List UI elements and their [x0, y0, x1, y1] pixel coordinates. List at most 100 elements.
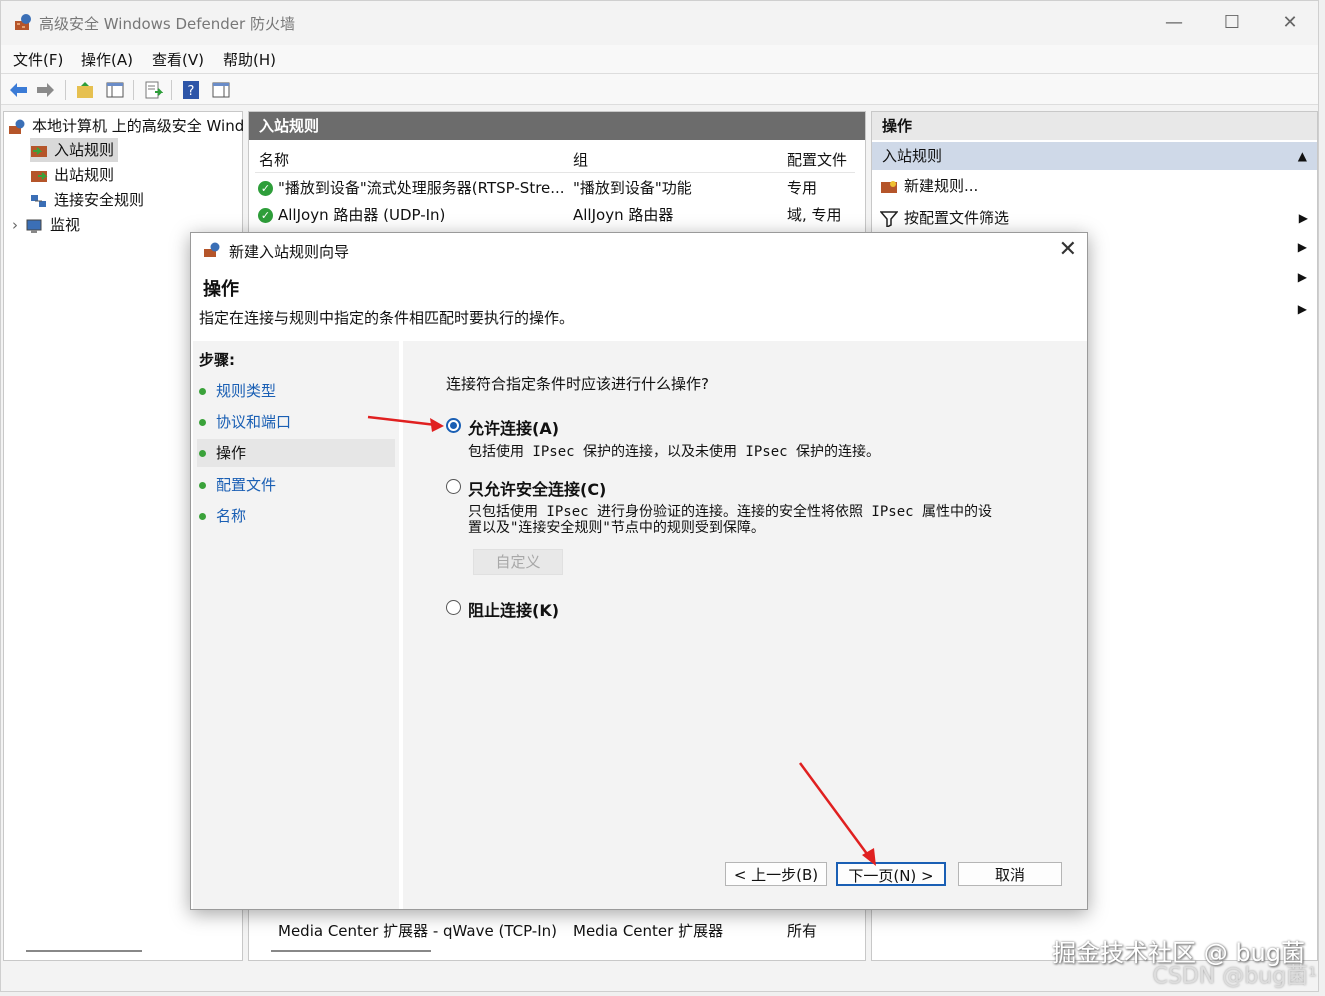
help-icon[interactable]: ? — [181, 80, 201, 100]
export-list-icon[interactable] — [143, 80, 163, 100]
action-label: 按配置文件筛选 — [904, 209, 1010, 227]
actions-section-inbound-rules[interactable]: 入站规则 ▲ — [872, 142, 1317, 170]
action-label: 新建规则... — [904, 177, 979, 195]
new-inbound-rule-wizard: 新建入站规则向导 ✕ 操作 指定在连接与规则中指定的条件相匹配时要执行的操作。 … — [190, 232, 1088, 910]
firewall-icon — [9, 119, 25, 134]
title-bar: 高级安全 Windows Defender 防火墙 — ☐ ✕ — [1, 1, 1318, 45]
menu-help[interactable]: 帮助(H) — [223, 49, 276, 70]
step-rule-type[interactable]: 规则类型 — [197, 377, 395, 405]
submenu-triangle-icon: ▶ — [1298, 211, 1308, 225]
show-hide-action-pane-icon[interactable] — [211, 80, 231, 100]
step-bullet-icon — [199, 482, 206, 489]
tree-item-label: 出站规则 — [54, 166, 115, 184]
cancel-button[interactable]: 取消 — [958, 862, 1062, 886]
tree-item-label: 监视 — [50, 216, 81, 234]
cell-name: "播放到设备"流式处理服务器(RTSP-Stre... — [278, 179, 565, 197]
expand-chevron-icon[interactable]: › — [12, 216, 18, 234]
back-arrow-icon[interactable] — [9, 80, 29, 100]
submenu-triangle-icon[interactable]: ▶ — [1298, 302, 1307, 316]
step-bullet-icon — [199, 513, 206, 520]
table-row[interactable]: ✓ AllJoyn 路由器 (UDP-In) AllJoyn 路由器 域, 专用 — [255, 200, 855, 227]
question-text: 连接符合指定条件时应该进行什么操作? — [446, 375, 709, 393]
block-connection-label[interactable]: 阻止连接(K) — [468, 597, 559, 621]
step-profile[interactable]: 配置文件 — [197, 471, 395, 499]
allow-connection-desc: 包括使用 IPsec 保护的连接，以及未使用 IPsec 保护的连接。 — [468, 444, 881, 460]
tree-item-inbound-rules[interactable]: 入站规则 — [30, 138, 119, 162]
column-header-name[interactable]: 名称 — [259, 149, 289, 170]
action-new-rule[interactable]: 新建规则... — [880, 172, 978, 200]
collapse-triangle-icon[interactable]: ▲ — [1298, 142, 1307, 170]
allow-secure-connection-label[interactable]: 只允许安全连接(C) — [468, 476, 606, 500]
rules-grid: 名称 组 配置文件 ✓ "播放到设备"流式处理服务器(RTSP-Stre... "… — [255, 142, 855, 227]
wizard-content: 连接符合指定条件时应该进行什么操作? 允许连接(A) 包括使用 IPsec 保护… — [403, 341, 1087, 909]
close-button[interactable]: ✕ — [1267, 9, 1313, 37]
submenu-triangle-icon[interactable]: ▶ — [1298, 270, 1307, 284]
toolbar-separator — [65, 80, 66, 100]
actions-header: 操作 — [872, 112, 1317, 140]
horizontal-scrollbar[interactable] — [26, 950, 142, 952]
table-row[interactable]: Media Center 扩展器 - qWave (TCP-In) Media … — [278, 916, 858, 943]
dialog-close-icon[interactable]: ✕ — [1059, 237, 1077, 262]
step-label: 操作 — [216, 444, 247, 462]
table-row[interactable]: ✓ "播放到设备"流式处理服务器(RTSP-Stre... "播放到设备"功能 专… — [255, 173, 855, 200]
enabled-check-icon: ✓ — [258, 208, 273, 223]
up-folder-icon[interactable] — [75, 80, 95, 100]
cell-group: AllJoyn 路由器 — [573, 206, 674, 224]
maximize-button[interactable]: ☐ — [1209, 9, 1255, 37]
submenu-triangle-icon[interactable]: ▶ — [1298, 240, 1307, 254]
allow-connection-label[interactable]: 允许连接(A) — [468, 415, 559, 439]
cell-profile: 域, 专用 — [787, 206, 842, 224]
step-bullet-icon — [199, 450, 206, 457]
cell-name: AllJoyn 路由器 (UDP-In) — [278, 206, 446, 224]
outbound-rules-icon — [31, 170, 48, 182]
step-label: 配置文件 — [216, 476, 277, 494]
tree-item-connection-security-rules[interactable]: 连接安全规则 — [30, 188, 144, 212]
menu-file[interactable]: 文件(F) — [13, 49, 63, 70]
grid-header: 名称 组 配置文件 — [255, 142, 855, 173]
svg-text:?: ? — [188, 84, 195, 99]
menu-bar: 文件(F) 操作(A) 查看(V) 帮助(H) — [1, 45, 1318, 73]
show-hide-tree-icon[interactable] — [105, 80, 125, 100]
toolbar-separator — [133, 80, 134, 100]
tree-item-monitoring[interactable]: › 监视 — [12, 213, 80, 237]
firewall-icon — [15, 14, 31, 30]
customize-button: 自定义 — [473, 549, 563, 575]
action-filter-by-profile[interactable]: 按配置文件筛选 ▶ — [880, 204, 1310, 232]
toolbar: ? — [1, 73, 1318, 105]
tree-item-outbound-rules[interactable]: 出站规则 — [30, 163, 114, 187]
block-connection-radio[interactable] — [446, 600, 461, 615]
allow-secure-desc-line2: 置以及"连接安全规则"节点中的规则受到保障。 — [468, 520, 765, 536]
step-label: 协议和端口 — [216, 413, 292, 431]
column-header-profile[interactable]: 配置文件 — [787, 149, 847, 170]
step-bullet-icon — [199, 419, 206, 426]
step-name[interactable]: 名称 — [197, 502, 395, 530]
step-label: 名称 — [216, 507, 247, 525]
annotation-arrow — [798, 762, 876, 866]
dialog-title: 新建入站规则向导 — [229, 243, 350, 261]
toolbar-separator — [171, 80, 172, 100]
enabled-check-icon: ✓ — [258, 181, 273, 196]
menu-action[interactable]: 操作(A) — [81, 49, 133, 70]
tree-root-label: 本地计算机 上的高级安全 Wind — [32, 117, 245, 135]
column-header-group[interactable]: 组 — [573, 149, 588, 170]
allow-secure-connection-radio[interactable] — [446, 479, 461, 494]
cell-profile: 专用 — [787, 179, 818, 197]
inbound-rules-icon — [31, 145, 47, 157]
new-rule-icon — [881, 180, 897, 193]
cell-group: "播放到设备"功能 — [573, 179, 692, 197]
menu-view[interactable]: 查看(V) — [152, 49, 204, 70]
cell-name: Media Center 扩展器 - qWave (TCP-In) — [278, 922, 558, 940]
page-subtitle: 指定在连接与规则中指定的条件相匹配时要执行的操作。 — [199, 309, 575, 327]
forward-arrow-icon[interactable] — [35, 80, 55, 100]
cell-group: Media Center 扩展器 — [573, 922, 724, 940]
annotation-arrow — [367, 415, 444, 432]
pane-header: 入站规则 — [249, 112, 865, 140]
minimize-button[interactable]: — — [1151, 9, 1197, 37]
window-title: 高级安全 Windows Defender 防火墙 — [39, 15, 295, 33]
tree-root[interactable]: 本地计算机 上的高级安全 Wind — [8, 114, 244, 138]
firewall-icon — [204, 242, 220, 257]
section-label: 入站规则 — [882, 147, 943, 165]
step-action: 操作 — [197, 439, 395, 467]
monitor-icon — [26, 219, 42, 233]
horizontal-scrollbar[interactable] — [271, 950, 431, 952]
